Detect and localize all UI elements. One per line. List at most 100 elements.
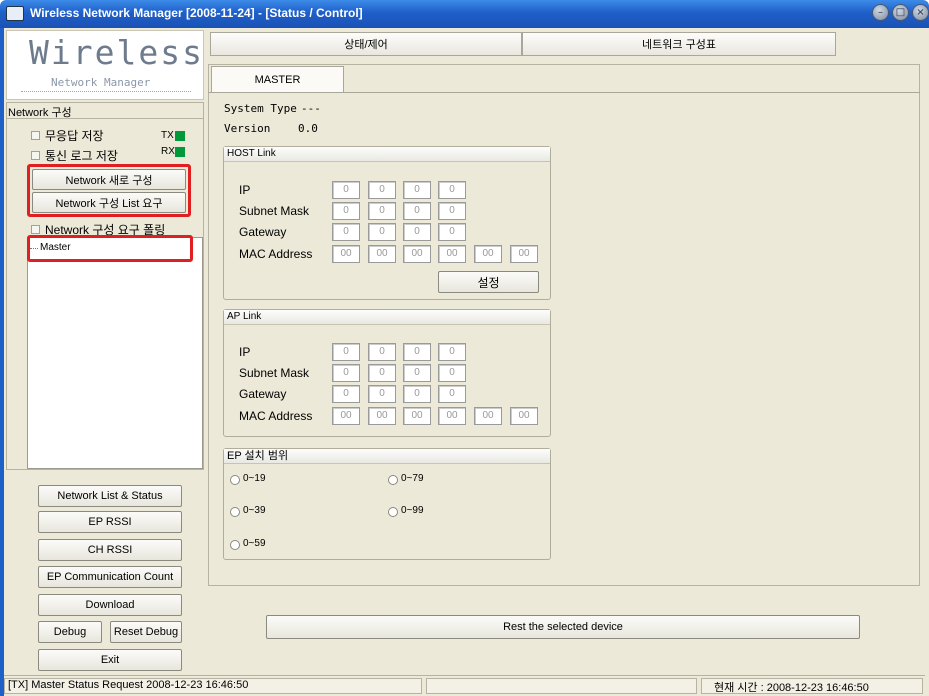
minimize-icon[interactable]: – — [872, 4, 889, 21]
logo-panel: Wireless Network Manager — [6, 30, 204, 100]
ap-gateway-label: Gateway — [239, 387, 287, 401]
ap-ip-octet-1[interactable]: 0 — [332, 343, 360, 361]
ap-mac-byte-6[interactable]: 00 — [510, 407, 538, 425]
radio-0-19-label: 0~19 — [243, 473, 266, 484]
host-ip-octet-4[interactable]: 0 — [438, 181, 466, 199]
host-gateway-octet-1[interactable]: 0 — [332, 223, 360, 241]
host-ip-octet-2[interactable]: 0 — [368, 181, 396, 199]
download-button[interactable]: Download — [38, 594, 182, 616]
ap-gateway-octet-3[interactable]: 0 — [403, 385, 431, 403]
network-config-panel: Network 구성 무응답 저장 TX 통신 로그 저장 RX Network… — [6, 102, 204, 470]
comm-log-label: 통신 로그 저장 — [45, 149, 118, 163]
ep-range-title: EP 설치 범위 — [224, 449, 550, 464]
ap-ip-octet-2[interactable]: 0 — [368, 343, 396, 361]
ap-subnet-octet-4[interactable]: 0 — [438, 364, 466, 382]
ap-gateway-octet-1[interactable]: 0 — [332, 385, 360, 403]
ap-gateway-octet-2[interactable]: 0 — [368, 385, 396, 403]
tx-label: TX — [161, 130, 174, 141]
close-icon[interactable]: × — [912, 4, 929, 21]
host-gateway-octet-2[interactable]: 0 — [368, 223, 396, 241]
radio-0-99-label: 0~99 — [401, 505, 424, 516]
radio-0-79[interactable] — [388, 475, 398, 485]
host-mac-byte-3[interactable]: 00 — [403, 245, 431, 263]
host-mac-byte-1[interactable]: 00 — [332, 245, 360, 263]
reset-selected-device-button[interactable]: Rest the selected device — [266, 615, 860, 639]
logo-main: Wireless — [29, 33, 204, 72]
no-response-checkbox[interactable] — [31, 131, 40, 140]
host-mac-label: MAC Address — [239, 247, 313, 261]
radio-0-19[interactable] — [230, 475, 240, 485]
ap-mac-byte-5[interactable]: 00 — [474, 407, 502, 425]
radio-0-79-label: 0~79 — [401, 473, 424, 484]
tree-item-master[interactable]: Master — [40, 242, 71, 253]
tx-indicator — [175, 131, 185, 141]
host-mac-byte-4[interactable]: 00 — [438, 245, 466, 263]
ap-mac-label: MAC Address — [239, 409, 313, 423]
host-set-button[interactable]: 설정 — [438, 271, 539, 293]
ap-ip-octet-3[interactable]: 0 — [403, 343, 431, 361]
tab-network-table[interactable]: 네트워크 구성표 — [522, 32, 836, 56]
ep-range-group: EP 설치 범위 — [223, 448, 551, 560]
ap-subnet-label: Subnet Mask — [239, 366, 310, 380]
status-right-text: 현재 시간 : 2008-12-23 16:46:50 — [714, 682, 869, 694]
comm-log-checkbox[interactable] — [31, 151, 40, 160]
network-new-config-button[interactable]: Network 새로 구성 — [32, 169, 186, 190]
ap-gateway-octet-4[interactable]: 0 — [438, 385, 466, 403]
status-left-text: [TX] Master Status Request 2008-12-23 16… — [8, 679, 249, 691]
host-ip-octet-3[interactable]: 0 — [403, 181, 431, 199]
ch-rssi-button[interactable]: CH RSSI — [38, 539, 182, 561]
host-subnet-octet-3[interactable]: 0 — [403, 202, 431, 220]
title-bar[interactable]: Wireless Network Manager [2008-11-24] - … — [0, 0, 929, 28]
host-mac-byte-5[interactable]: 00 — [474, 245, 502, 263]
tab-master[interactable]: MASTER — [211, 66, 344, 92]
host-mac-byte-6[interactable]: 00 — [510, 245, 538, 263]
ep-comm-count-button[interactable]: EP Communication Count — [38, 566, 182, 588]
polling-checkbox[interactable] — [31, 225, 40, 234]
host-ip-label: IP — [239, 183, 251, 197]
ap-subnet-octet-3[interactable]: 0 — [403, 364, 431, 382]
ap-subnet-octet-1[interactable]: 0 — [332, 364, 360, 382]
network-request-list-button[interactable]: Network 구성 List 요구 — [32, 192, 186, 213]
ep-rssi-button[interactable]: EP RSSI — [38, 511, 182, 533]
maximize-icon[interactable]: □ — [892, 4, 909, 21]
radio-0-59-label: 0~59 — [243, 538, 266, 549]
host-subnet-octet-4[interactable]: 0 — [438, 202, 466, 220]
ap-mac-byte-2[interactable]: 00 — [368, 407, 396, 425]
ap-mac-byte-3[interactable]: 00 — [403, 407, 431, 425]
ap-subnet-octet-2[interactable]: 0 — [368, 364, 396, 382]
reset-debug-button[interactable]: Reset Debug — [110, 621, 182, 643]
section-divider — [7, 118, 203, 119]
system-type-value: --- — [301, 102, 321, 115]
app-icon — [6, 6, 24, 21]
version-value: 0.0 — [298, 122, 318, 135]
host-subnet-label: Subnet Mask — [239, 204, 310, 218]
no-response-label: 무응답 저장 — [45, 129, 104, 143]
host-mac-byte-2[interactable]: 00 — [368, 245, 396, 263]
rx-label: RX — [161, 146, 175, 157]
ap-ip-label: IP — [239, 345, 251, 359]
host-gateway-octet-4[interactable]: 0 — [438, 223, 466, 241]
ap-link-title: AP Link — [224, 310, 550, 325]
host-ip-octet-1[interactable]: 0 — [332, 181, 360, 199]
host-subnet-octet-2[interactable]: 0 — [368, 202, 396, 220]
subtab-line — [208, 92, 920, 93]
window-title: Wireless Network Manager [2008-11-24] - … — [30, 6, 363, 20]
ap-mac-byte-4[interactable]: 00 — [438, 407, 466, 425]
host-subnet-octet-1[interactable]: 0 — [332, 202, 360, 220]
status-mid-pane — [426, 678, 697, 694]
ap-mac-byte-1[interactable]: 00 — [332, 407, 360, 425]
tab-status-control[interactable]: 상태/제어 — [210, 32, 522, 56]
status-bar: [TX] Master Status Request 2008-12-23 16… — [4, 675, 925, 696]
radio-0-99[interactable] — [388, 507, 398, 517]
ap-ip-octet-4[interactable]: 0 — [438, 343, 466, 361]
debug-button[interactable]: Debug — [38, 621, 102, 643]
host-gateway-octet-3[interactable]: 0 — [403, 223, 431, 241]
radio-0-39-label: 0~39 — [243, 505, 266, 516]
radio-0-39[interactable] — [230, 507, 240, 517]
network-list-status-button[interactable]: Network List & Status — [38, 485, 182, 507]
rx-indicator — [175, 147, 185, 157]
network-tree[interactable] — [27, 237, 203, 469]
exit-button[interactable]: Exit — [38, 649, 182, 671]
radio-0-59[interactable] — [230, 540, 240, 550]
host-link-title: HOST Link — [224, 147, 550, 162]
